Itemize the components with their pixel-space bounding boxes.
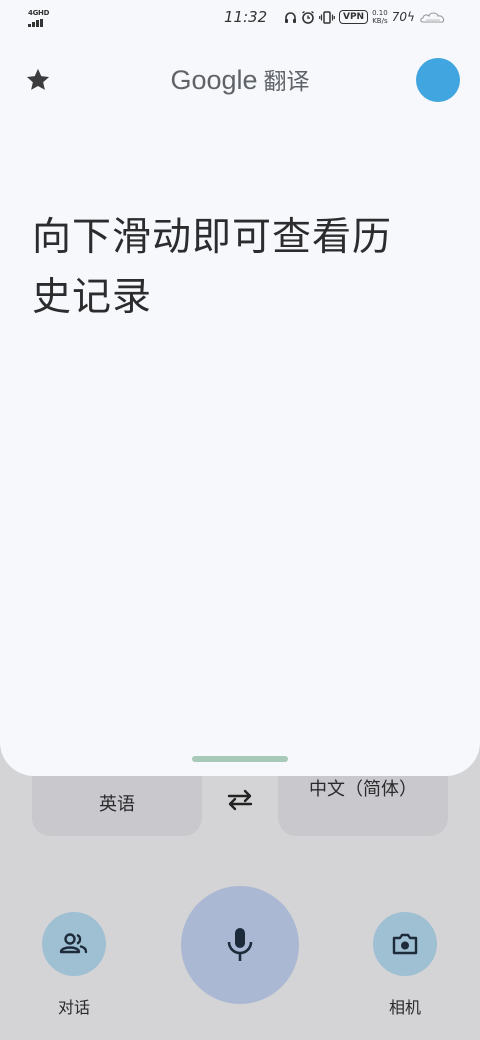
- conversation-label: 对话: [58, 998, 91, 1017]
- target-language-label: 中文（简体）: [309, 779, 417, 800]
- microphone-button[interactable]: [181, 886, 299, 1004]
- signal-icon: [28, 19, 43, 27]
- network-indicator: 4GHD: [28, 9, 52, 27]
- speed-value: 0.10: [372, 9, 388, 17]
- charging-icon: ϟ: [406, 10, 415, 24]
- network-speed: 0.10 KB/s: [372, 9, 388, 25]
- status-time: 11:32: [224, 8, 268, 26]
- cloud-icon: [420, 12, 444, 23]
- vpn-badge: VPN: [339, 10, 369, 24]
- drag-handle[interactable]: [192, 756, 288, 762]
- headphones-icon: [285, 11, 296, 23]
- alarm-icon: [302, 10, 314, 24]
- brand-product: 翻译: [263, 69, 310, 95]
- avatar[interactable]: [416, 58, 460, 102]
- history-hint[interactable]: 向下滑动即可查看历史记录: [32, 208, 402, 328]
- swap-arrows-icon[interactable]: [226, 788, 254, 812]
- source-language-label: 英语: [99, 794, 135, 815]
- camera-icon: [392, 933, 418, 955]
- microphone-icon: [227, 928, 253, 961]
- brand-google: Google: [170, 65, 258, 95]
- people-icon: [59, 933, 88, 954]
- app-logo: Google 翻译: [0, 62, 480, 96]
- vibrate-icon: [319, 10, 335, 24]
- battery-value: 70: [391, 10, 407, 24]
- network-type: 4GHD: [28, 9, 50, 17]
- status-bar: 4GHD 11:32 VPN 0.10 KB/s 70ϟ: [0, 0, 480, 36]
- speed-unit: KB/s: [372, 17, 388, 25]
- system-icons: VPN 0.10 KB/s 70ϟ: [284, 9, 447, 25]
- camera-label: 相机: [389, 998, 422, 1017]
- translation-card[interactable]: Google 翻译 向下滑动即可查看历史记录: [0, 0, 480, 776]
- conversation-button[interactable]: [42, 912, 106, 976]
- camera-button[interactable]: [373, 912, 437, 976]
- battery-level: 70ϟ: [392, 10, 415, 24]
